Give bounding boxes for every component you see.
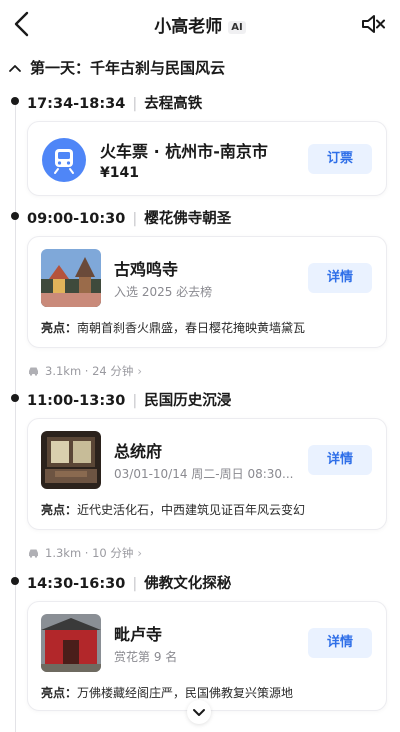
chevron-right-icon: ›: [137, 364, 143, 378]
train-ticket-card[interactable]: 火车票 · 杭州市-南京市 ¥141 订票: [27, 121, 387, 196]
highlight-text: 南朝首刹香火鼎盛，春日樱花掩映黄墙黛瓦: [77, 321, 306, 335]
poi-card-piluси[interactable]: 毗卢寺 赏花第 9 名 详情 亮点：万佛楼藏经阁庄严，民国佛教复兴策源地: [27, 601, 387, 711]
poi-thumbnail: [41, 249, 101, 307]
segment-activity: 樱花佛寺朝圣: [144, 211, 232, 227]
poi-title: 毗卢寺: [114, 625, 163, 644]
distance-text: 3.1km · 24 分钟: [45, 364, 134, 378]
distance-row[interactable]: 1.3km · 10 分钟 ›: [27, 545, 142, 561]
poi-subtitle: 03/01-10/14 周二-周日 08:30...: [114, 467, 294, 481]
separator: |: [132, 576, 138, 592]
poi-thumbnail: [41, 431, 101, 489]
poi-title: 总统府: [114, 442, 163, 461]
train-price: ¥141: [100, 165, 139, 181]
distance-text: 1.3km · 10 分钟: [45, 546, 134, 560]
poi-highlight: 亮点：万佛楼藏经阁庄严，民国佛教复兴策源地: [41, 684, 293, 701]
highlight-label: 亮点：: [41, 503, 78, 517]
speaker-muted-icon[interactable]: [360, 12, 386, 36]
train-icon: [42, 138, 86, 182]
chevron-right-icon: ›: [137, 546, 143, 560]
separator: |: [132, 96, 138, 112]
segment-time-row: 09:00-10:30 | 樱花佛寺朝圣: [27, 207, 231, 228]
segment-time: 14:30-16:30: [27, 576, 126, 592]
details-button[interactable]: 详情: [308, 445, 372, 475]
chevron-down-icon: [193, 709, 205, 716]
poi-highlight: 亮点：近代史活化石，中西建筑见证百年风云变幻: [41, 501, 305, 518]
segment-time: 11:00-13:30: [27, 393, 126, 409]
poi-title: 古鸡鸣寺: [114, 260, 179, 279]
highlight-text: 万佛楼藏经阁庄严，民国佛教复兴策源地: [77, 686, 294, 700]
highlight-label: 亮点：: [41, 321, 78, 335]
segment-activity: 佛教文化探秘: [144, 576, 232, 592]
app-header: 小高老师 AI: [0, 0, 400, 48]
timeline-line: [15, 100, 16, 732]
segment-time-row: 14:30-16:30 | 佛教文化探秘: [27, 572, 231, 593]
segment-activity: 民国历史沉浸: [144, 393, 232, 409]
timeline-dot: [11, 212, 19, 220]
poi-card-jimingsi[interactable]: 古鸡鸣寺 入选 2025 必去榜 详情 亮点：南朝首刹香火鼎盛，春日樱花掩映黄墙…: [27, 236, 387, 348]
car-icon: [29, 549, 38, 558]
segment-time-row: 17:34-18:34 | 去程高铁: [27, 92, 202, 113]
poi-thumbnail: [41, 614, 101, 672]
page-title: 小高老师: [154, 17, 223, 37]
scroll-down-button[interactable]: [187, 700, 211, 724]
poi-card-zongtongfu[interactable]: 总统府 03/01-10/14 周二-周日 08:30... 详情 亮点：近代史…: [27, 418, 387, 530]
timeline-dot: [11, 577, 19, 585]
day-header[interactable]: 第一天：千年古刹与民国风云: [8, 57, 225, 78]
page-title-wrap: 小高老师 AI: [0, 12, 400, 37]
segment-activity: 去程高铁: [144, 96, 203, 112]
poi-highlight: 亮点：南朝首刹香火鼎盛，春日樱花掩映黄墙黛瓦: [41, 319, 305, 336]
distance-row[interactable]: 3.1km · 24 分钟 ›: [27, 363, 142, 379]
train-route: 火车票 · 杭州市-南京市: [100, 142, 268, 161]
chevron-up-icon: [9, 64, 21, 72]
details-button[interactable]: 详情: [308, 628, 372, 658]
segment-time: 09:00-10:30: [27, 211, 126, 227]
highlight-text: 近代史活化石，中西建筑见证百年风云变幻: [77, 503, 306, 517]
ai-badge: AI: [228, 21, 246, 34]
timeline-dot: [11, 394, 19, 402]
segment-time-row: 11:00-13:30 | 民国历史沉浸: [27, 389, 231, 410]
separator: |: [132, 393, 138, 409]
car-icon: [29, 367, 38, 376]
timeline-dot: [11, 97, 19, 105]
poi-subtitle: 入选 2025 必去榜: [114, 285, 213, 299]
poi-subtitle: 赏花第 9 名: [114, 650, 178, 664]
highlight-label: 亮点：: [41, 686, 78, 700]
segment-time: 17:34-18:34: [27, 96, 126, 112]
details-button[interactable]: 详情: [308, 263, 372, 293]
separator: |: [132, 211, 138, 227]
day-label: 第一天：千年古刹与民国风云: [30, 59, 226, 77]
book-ticket-button[interactable]: 订票: [308, 144, 372, 174]
